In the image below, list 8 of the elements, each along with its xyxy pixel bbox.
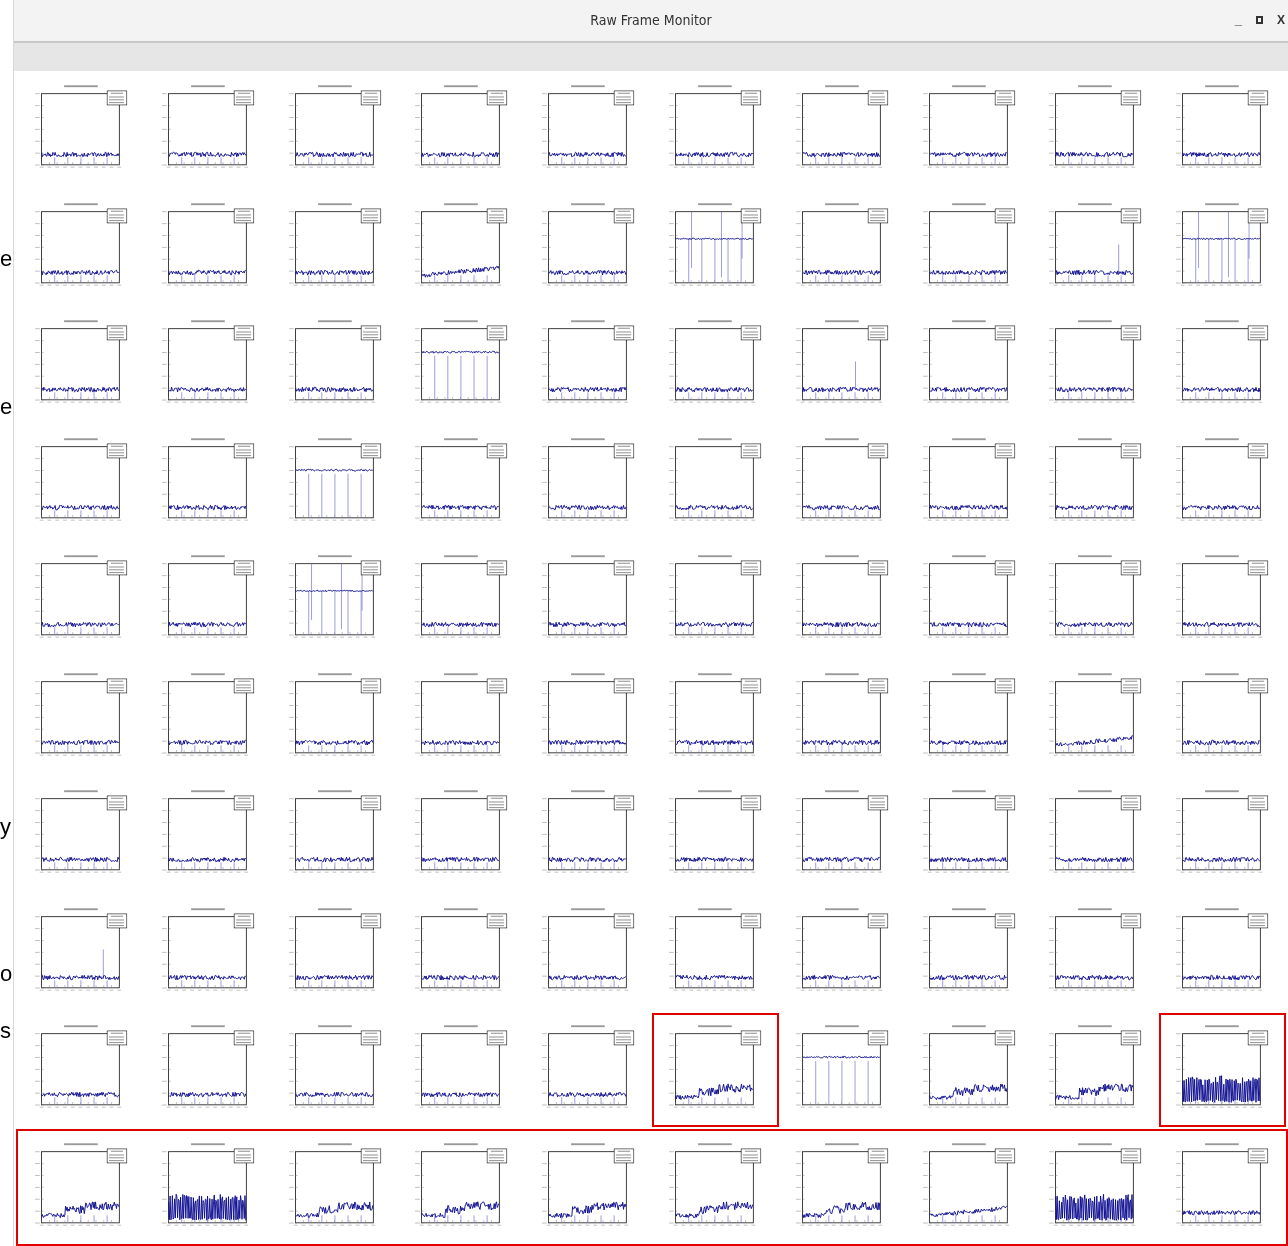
close-button[interactable]: X bbox=[1277, 13, 1285, 26]
text-fragment: e bbox=[0, 248, 13, 270]
text-fragment: e bbox=[0, 396, 13, 418]
text-fragment: y bbox=[0, 816, 11, 838]
window-title: Raw Frame Monitor bbox=[590, 11, 712, 30]
text-fragment: s bbox=[0, 1020, 11, 1042]
minimize-button[interactable]: _ bbox=[1234, 13, 1242, 26]
text-fragment: o bbox=[0, 963, 13, 985]
